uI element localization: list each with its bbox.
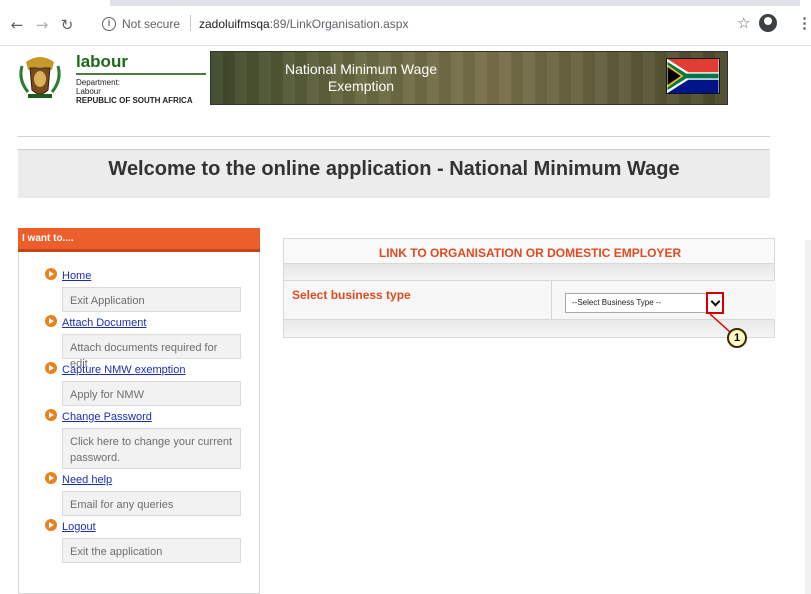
sidebar-desc-logout: Exit the application bbox=[62, 538, 241, 563]
dept-line-3: REPUBLIC OF SOUTH AFRICA bbox=[76, 96, 193, 105]
sidebar-link-logout[interactable]: Logout bbox=[62, 521, 96, 533]
business-type-selected-value: --Select Business Type -- bbox=[572, 298, 662, 307]
browser-toolbar: ← → ↻ i Not secure zadoluifmsqa:89/LinkO… bbox=[0, 6, 811, 46]
sidebar-link-change-password[interactable]: Change Password bbox=[62, 411, 152, 423]
brand-underline bbox=[76, 73, 206, 75]
sidebar-title: I want to.... bbox=[22, 233, 74, 244]
url-separator bbox=[190, 15, 191, 31]
header-banner: National Minimum Wage Exemption bbox=[210, 51, 728, 105]
forward-arrow-icon[interactable]: → bbox=[33, 16, 51, 34]
banner-title-line2: Exemption bbox=[327, 78, 395, 94]
coat-of-arms-logo bbox=[19, 57, 61, 98]
panel-title: LINK TO ORGANISATION OR DOMESTIC EMPLOYE… bbox=[378, 246, 682, 260]
password-bullet-icon bbox=[45, 409, 57, 421]
sidebar-link-attach-document[interactable]: Attach Document bbox=[62, 317, 146, 329]
url-host: zadoluifmsqa bbox=[199, 17, 270, 31]
business-type-label: Select business type bbox=[292, 288, 411, 302]
department-label: Department: Labour REPUBLIC OF SOUTH AFR… bbox=[76, 78, 193, 105]
profile-avatar-icon[interactable] bbox=[759, 14, 777, 32]
business-type-select[interactable]: --Select Business Type -- bbox=[565, 293, 707, 313]
logout-bullet-icon bbox=[45, 519, 57, 531]
panel-strip bbox=[283, 264, 775, 280]
reload-icon[interactable]: ↻ bbox=[58, 16, 76, 34]
sidebar-desc-home: Exit Application bbox=[62, 287, 241, 312]
sidebar-link-capture-nmw[interactable]: Capture NMW exemption bbox=[62, 364, 186, 376]
banner-title: National Minimum Wage Exemption bbox=[251, 61, 471, 95]
sidebar-desc-need-help: Email for any queries bbox=[62, 491, 241, 516]
brand-name: labour bbox=[76, 52, 128, 71]
welcome-bar: Welcome to the online application - Nati… bbox=[18, 149, 770, 198]
bookmark-star-icon[interactable]: ☆ bbox=[737, 14, 750, 32]
sidebar-desc-attach-document: Attach documents required for edit bbox=[62, 334, 241, 370]
south-africa-flag-icon bbox=[666, 58, 720, 94]
address-url[interactable]: zadoluifmsqa:89/LinkOrganisation.aspx bbox=[199, 17, 408, 31]
sidebar-link-home[interactable]: Home bbox=[62, 270, 91, 282]
capture-bullet-icon bbox=[45, 362, 57, 374]
sidebar-desc-change-password: Click here to change your current passwo… bbox=[62, 428, 241, 469]
home-bullet-icon bbox=[45, 268, 57, 280]
attach-bullet-icon bbox=[45, 315, 57, 327]
panel-footer bbox=[283, 320, 775, 338]
sidebar-link-need-help[interactable]: Need help bbox=[62, 474, 112, 486]
header-divider bbox=[18, 136, 770, 137]
menu-kebab-icon[interactable]: ⋮ bbox=[797, 14, 811, 32]
banner-title-line1: National Minimum Wage bbox=[285, 61, 437, 77]
sidebar-header: I want to.... bbox=[18, 228, 260, 252]
dept-line-2: Labour bbox=[76, 87, 101, 96]
link-organisation-panel: LINK TO ORGANISATION OR DOMESTIC EMPLOYE… bbox=[283, 238, 776, 338]
step-callout-badge: 1 bbox=[727, 328, 747, 348]
help-bullet-icon bbox=[45, 472, 57, 484]
dept-line-1: Department: bbox=[76, 78, 121, 87]
page-scrollbar[interactable] bbox=[805, 240, 811, 594]
info-icon[interactable]: i bbox=[102, 17, 116, 31]
sidebar-desc-capture-nmw: Apply for NMW bbox=[62, 381, 241, 406]
chevron-down-icon[interactable] bbox=[706, 292, 724, 314]
panel-header: LINK TO ORGANISATION OR DOMESTIC EMPLOYE… bbox=[283, 238, 775, 264]
back-arrow-icon[interactable]: ← bbox=[8, 16, 26, 34]
url-security-label: Not secure bbox=[122, 17, 181, 31]
url-path: :89/LinkOrganisation.aspx bbox=[269, 17, 409, 31]
page-title: Welcome to the online application - Nati… bbox=[108, 158, 680, 180]
